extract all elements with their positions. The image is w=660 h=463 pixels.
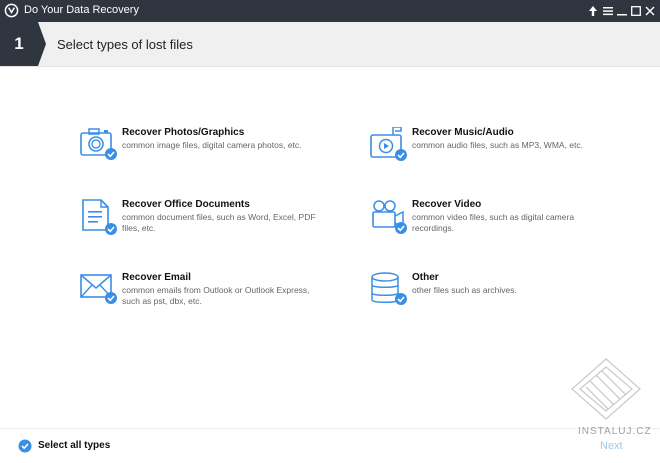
option-documents[interactable]: Recover Office Documents common document… [80,199,320,245]
option-label: Recover Email [122,272,191,283]
option-description: common emails from Outlook or Outlook Ex… [122,285,310,306]
watermark-logo [571,358,641,420]
close-icon [645,6,655,16]
envelope-icon [80,274,117,304]
database-icon [371,272,407,305]
app-logo-icon [4,3,19,18]
option-photos[interactable]: Recover Photos/Graphics common image fil… [80,127,320,173]
select-all-label: Select all types [38,440,111,451]
option-description: other files such as archives. [412,285,517,295]
option-label: Recover Music/Audio [412,127,514,138]
option-music[interactable]: Recover Music/Audio common audio files, … [370,127,610,173]
step-title: Select types of lost files [57,37,193,52]
title-bar: Do Your Data Recovery [0,0,660,22]
music-icon [370,127,407,161]
watermark-text: INSTALUJ.CZ [578,426,652,437]
option-description: common image files, digital camera photo… [122,140,302,150]
option-label: Other [412,272,439,283]
option-other[interactable]: Other other files such as archives. [370,272,610,318]
footer: Select all types [0,428,660,463]
option-label: Recover Video [412,199,482,210]
step-header: 1 Select types of lost files [0,22,660,67]
upgrade-button[interactable] [586,3,600,19]
maximize-button[interactable] [629,3,643,19]
option-video[interactable]: Recover Video common video files, such a… [370,199,610,245]
camera-icon [80,128,117,160]
step-number: 1 [14,34,24,53]
option-description: common audio files, such as MP3, WMA, et… [412,140,584,150]
next-button[interactable]: Next [600,440,623,452]
close-button[interactable] [643,3,657,19]
window-title: Do Your Data Recovery [24,4,139,16]
video-camera-icon [372,200,407,234]
menu-icon [603,7,613,16]
option-description: common video files, such as digital came… [412,212,575,233]
option-description: common document files, such as Word, Exc… [122,212,316,233]
maximize-icon [631,6,641,16]
option-label: Recover Photos/Graphics [122,127,245,138]
minimize-icon [617,14,627,16]
arrow-up-icon [589,6,597,16]
option-email[interactable]: Recover Email common emails from Outlook… [80,272,320,318]
menu-button[interactable] [601,3,615,19]
minimize-button[interactable] [615,3,629,19]
document-icon [82,199,117,235]
checkmark-circle-icon [18,439,32,453]
option-label: Recover Office Documents [122,199,250,210]
